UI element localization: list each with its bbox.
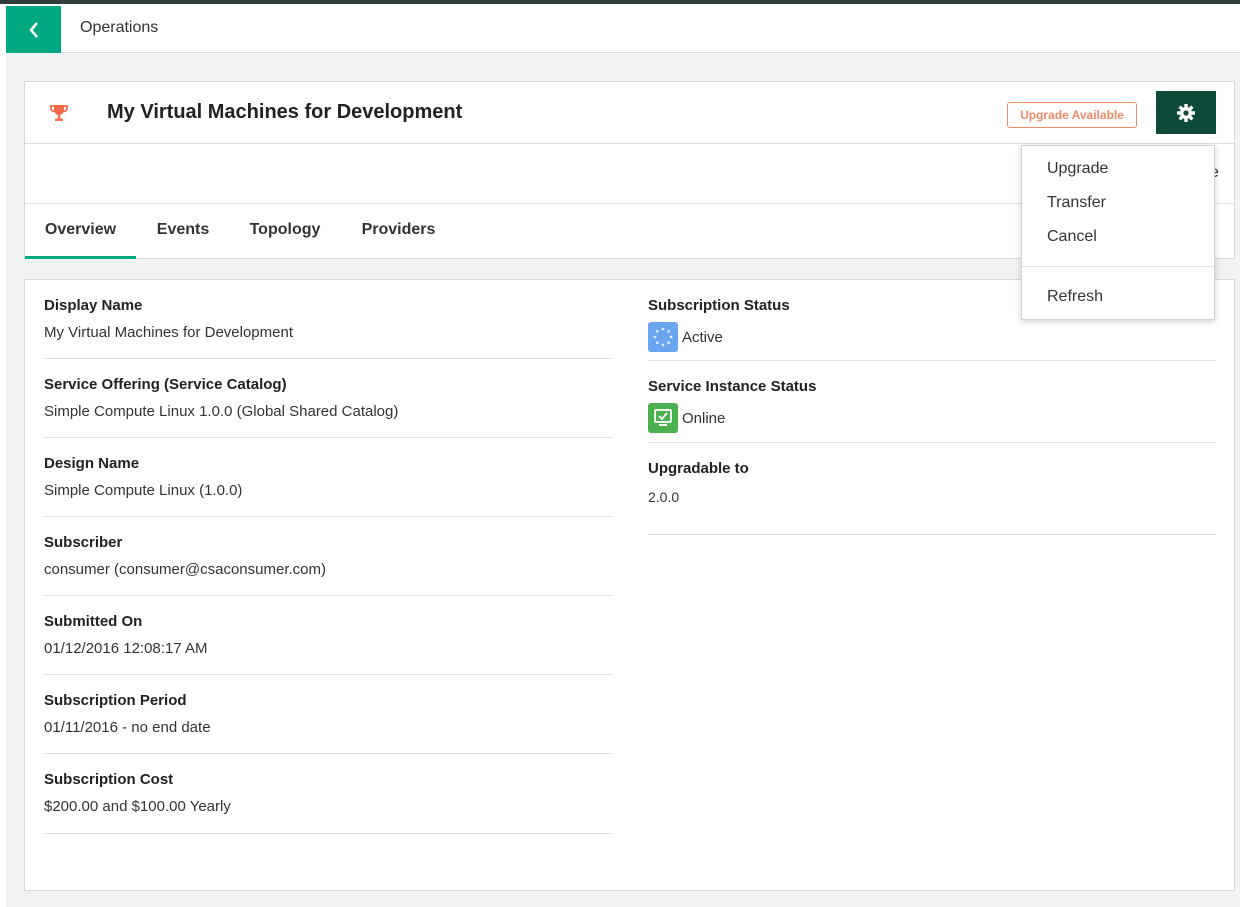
field-service-instance-status: Service Instance Status Online	[648, 361, 1216, 443]
subscription-status-value: Active	[682, 328, 723, 346]
active-status-icon	[648, 322, 678, 352]
field-label: Design Name	[44, 455, 140, 472]
menu-divider	[1022, 266, 1214, 267]
field-value: Simple Compute Linux 1.0.0 (Global Share…	[44, 403, 399, 420]
field-label: Subscription Status	[648, 297, 790, 314]
field-value: 01/12/2016 12:08:17 AM	[44, 640, 208, 657]
page-title: My Virtual Machines for Development	[107, 101, 463, 123]
settings-dropdown-menu: Upgrade Transfer Cancel Refresh	[1021, 145, 1215, 320]
menu-item-upgrade[interactable]: Upgrade	[1022, 153, 1214, 185]
field-value: $200.00 and $100.00 Yearly	[44, 798, 231, 815]
field-display-name: Display Name My Virtual Machines for Dev…	[44, 280, 612, 359]
field-upgradable-to: Upgradable to 2.0.0	[648, 443, 1216, 535]
breadcrumb[interactable]: Operations	[80, 19, 158, 37]
upgrade-available-badge[interactable]: Upgrade Available	[1007, 102, 1137, 128]
chevron-left-icon	[28, 21, 38, 38]
tab-events[interactable]: Events	[149, 204, 217, 259]
service-instance-status-line: Online	[648, 403, 725, 433]
top-bar: Operations	[6, 4, 1240, 53]
title-row: My Virtual Machines for Development Upgr…	[25, 82, 1234, 144]
field-label: Subscription Cost	[44, 771, 174, 788]
menu-item-transfer[interactable]: Transfer	[1022, 187, 1214, 219]
field-service-offering: Service Offering (Service Catalog) Simpl…	[44, 359, 612, 438]
field-value: 01/11/2016 - no end date	[44, 719, 211, 736]
tab-overview[interactable]: Overview	[25, 204, 136, 259]
service-instance-status-value: Online	[682, 409, 726, 427]
field-value: My Virtual Machines for Development	[44, 324, 293, 341]
field-subscriber: Subscriber consumer (consumer@csaconsume…	[44, 517, 612, 596]
field-subscription-period: Subscription Period 01/11/2016 - no end …	[44, 675, 612, 754]
tab-topology[interactable]: Topology	[243, 204, 327, 259]
field-label: Subscription Period	[44, 692, 187, 709]
field-label: Display Name	[44, 297, 143, 314]
online-monitor-icon	[648, 403, 678, 433]
field-label: Service Instance Status	[648, 378, 817, 395]
field-design-name: Design Name Simple Compute Linux (1.0.0)	[44, 438, 612, 517]
tab-providers[interactable]: Providers	[355, 204, 442, 259]
field-value: 2.0.0	[648, 489, 680, 505]
settings-gear-button[interactable]	[1156, 91, 1216, 134]
field-label: Subscriber	[44, 534, 123, 551]
trophy-icon	[49, 104, 69, 127]
gear-icon	[1177, 103, 1195, 122]
field-label: Submitted On	[44, 613, 143, 630]
field-submitted-on: Submitted On 01/12/2016 12:08:17 AM	[44, 596, 612, 675]
menu-item-cancel[interactable]: Cancel	[1022, 221, 1214, 253]
field-value: Simple Compute Linux (1.0.0)	[44, 482, 243, 499]
menu-item-refresh[interactable]: Refresh	[1022, 281, 1214, 313]
field-label: Service Offering (Service Catalog)	[44, 376, 287, 393]
back-button[interactable]	[6, 6, 61, 53]
field-label: Upgradable to	[648, 460, 749, 477]
field-value: consumer (consumer@csaconsumer.com)	[44, 561, 326, 578]
overview-content-card: Display Name My Virtual Machines for Dev…	[24, 279, 1235, 891]
subscription-status-line: Active	[648, 322, 723, 352]
field-subscription-cost: Subscription Cost $200.00 and $100.00 Ye…	[44, 754, 612, 834]
